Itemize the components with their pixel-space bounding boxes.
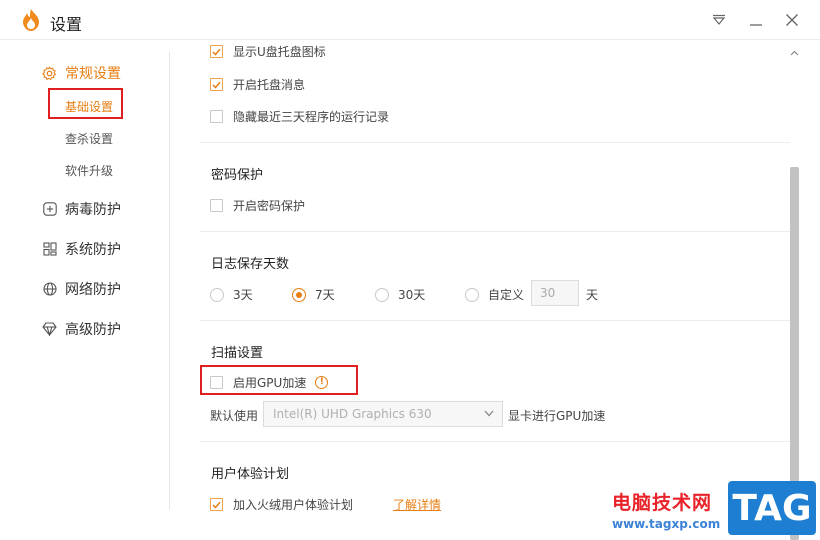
sidebar-item-basic-settings[interactable]: 基础设置 (65, 98, 113, 115)
sidebar-group-system-protection[interactable]: 系统防护 (42, 239, 121, 259)
option-row-ux-plan: 加入火绒用户体验计划 (210, 496, 353, 513)
radio-label: 3天 (233, 288, 253, 302)
menu-dropdown-button[interactable] (709, 10, 729, 30)
radio-label: 自定义 (488, 288, 525, 302)
watermark-site-name: 电脑技术网 (612, 492, 713, 514)
option-label: 开启托盘消息 (233, 78, 306, 92)
globe-icon (42, 282, 57, 297)
minimize-button[interactable] (746, 10, 766, 30)
sidebar-group-label: 系统防护 (65, 242, 121, 258)
sidebar: 常规设置 基础设置 查杀设置 软件升级 病毒防护 系统防护 网络防护 高级防护 (0, 41, 170, 540)
radio-custom[interactable] (465, 287, 479, 302)
minimize-icon (750, 24, 762, 26)
checkbox-ux-plan[interactable] (210, 498, 223, 511)
radio-30-days[interactable] (375, 287, 389, 302)
gpu-default-prefix: 默认使用 (210, 409, 259, 423)
sidebar-group-network-protection[interactable]: 网络防护 (42, 279, 121, 299)
menu-triangle-icon (712, 14, 726, 25)
checkbox-password-protection[interactable] (210, 199, 223, 212)
section-divider (200, 441, 790, 442)
option-label: 开启密码保护 (233, 199, 306, 213)
check-icon (212, 81, 221, 89)
gpu-default-suffix: 显卡进行GPU加速 (508, 409, 606, 423)
sidebar-group-label: 常规设置 (65, 66, 121, 82)
title-bar: 设置 (0, 0, 820, 40)
option-row-password: 开启密码保护 (210, 197, 305, 214)
learn-more-link[interactable]: 了解详情 (393, 496, 441, 513)
scroll-up-arrow-icon[interactable] (790, 50, 799, 56)
option-label: 启用GPU加速 (233, 376, 307, 390)
option-row-show-usb-tray: 显示U盘托盘图标 (210, 43, 326, 60)
option-label: 加入火绒用户体验计划 (233, 498, 354, 512)
option-row-hide-run-records: 隐藏最近三天程序的运行记录 (210, 108, 389, 125)
radio-option-7-days[interactable]: 7天 (292, 286, 335, 303)
option-row-tray-messages: 开启托盘消息 (210, 76, 305, 93)
custom-days-unit: 天 (586, 288, 599, 302)
check-icon (212, 501, 221, 509)
sidebar-group-advanced-protection[interactable]: 高级防护 (42, 319, 121, 339)
option-label: 显示U盘托盘图标 (233, 45, 326, 59)
check-icon (212, 48, 221, 56)
section-title-password: 密码保护 (211, 168, 264, 183)
checkbox-gpu-acceleration[interactable] (210, 376, 223, 389)
window-title: 设置 (50, 15, 83, 34)
sidebar-item-scan-settings[interactable]: 查杀设置 (65, 130, 113, 147)
close-button[interactable] (782, 10, 802, 30)
warning-icon[interactable]: ! (315, 376, 329, 389)
section-divider (200, 231, 790, 232)
gpu-select-value: Intel(R) UHD Graphics 630 (273, 407, 432, 421)
section-title-ux-plan: 用户体验计划 (211, 467, 290, 482)
plus-square-icon (42, 202, 57, 217)
section-title-log-days: 日志保存天数 (211, 257, 290, 272)
watermark-tag-logo: TAG (728, 481, 816, 535)
section-divider (200, 320, 790, 321)
sidebar-group-label: 网络防护 (65, 282, 121, 298)
grid-icon (42, 242, 57, 257)
sidebar-group-label: 病毒防护 (65, 202, 121, 218)
gpu-select[interactable]: Intel(R) UHD Graphics 630 (263, 401, 503, 427)
radio-option-30-days[interactable]: 30天 (375, 286, 425, 303)
checkbox-hide-run-records[interactable] (210, 110, 223, 123)
option-label: 隐藏最近三天程序的运行记录 (233, 110, 390, 124)
radio-option-3-days[interactable]: 3天 (210, 286, 253, 303)
checkbox-tray-messages[interactable] (210, 78, 223, 91)
radio-label: 7天 (315, 288, 335, 302)
checkbox-show-usb-tray[interactable] (210, 45, 223, 58)
close-icon (786, 14, 798, 26)
gear-icon (42, 66, 57, 81)
section-title-scan: 扫描设置 (211, 346, 264, 361)
sidebar-item-software-update[interactable]: 软件升级 (65, 162, 113, 179)
settings-content: 显示U盘托盘图标 开启托盘消息 隐藏最近三天程序的运行记录 密码保护 开启密码保… (170, 41, 820, 540)
radio-7-days[interactable] (292, 287, 306, 302)
diamond-icon (42, 322, 57, 337)
option-row-gpu-acceleration: 启用GPU加速 ! (210, 374, 329, 391)
sidebar-group-label: 高级防护 (65, 322, 121, 338)
radio-option-custom[interactable]: 自定义 (465, 286, 524, 303)
sidebar-group-virus-protection[interactable]: 病毒防护 (42, 199, 121, 219)
custom-days-input[interactable]: 30 (531, 280, 579, 306)
radio-label: 30天 (398, 288, 426, 302)
chevron-down-icon (484, 410, 494, 417)
radio-3-days[interactable] (210, 287, 224, 302)
watermark-url: www.tagxp.com (612, 517, 721, 531)
section-divider (200, 142, 790, 143)
app-logo-icon (23, 9, 39, 31)
sidebar-group-general[interactable]: 常规设置 (42, 63, 121, 83)
